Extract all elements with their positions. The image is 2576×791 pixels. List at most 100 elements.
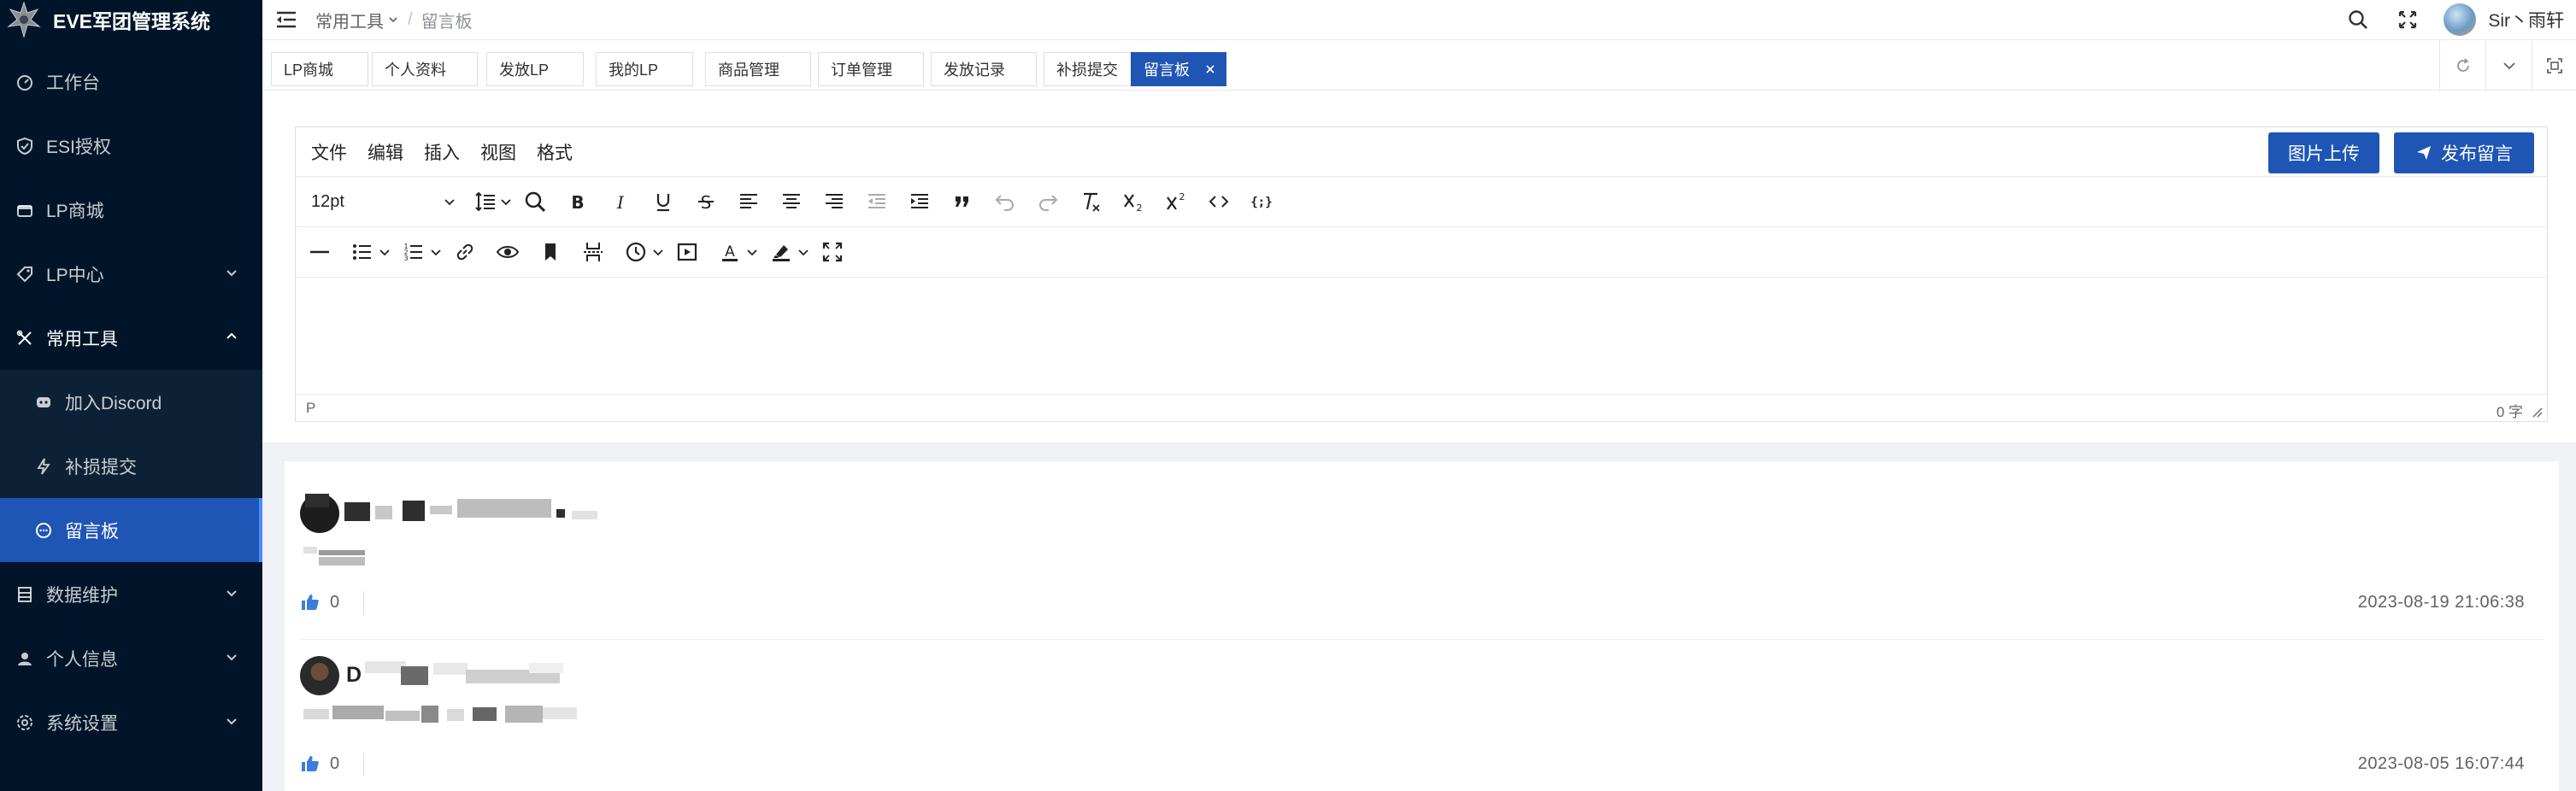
preview-eye-icon[interactable] <box>496 240 520 264</box>
menu-fold-icon[interactable] <box>274 8 298 32</box>
blockquote-icon[interactable] <box>950 190 974 214</box>
divider <box>363 753 364 776</box>
sidebar-item-message-board[interactable]: 留言板 <box>0 498 262 562</box>
editor-content-area[interactable] <box>296 278 2547 394</box>
redo-icon[interactable] <box>1036 190 1060 214</box>
tags-dropdown-button[interactable] <box>2485 40 2532 91</box>
chevron-down-icon[interactable] <box>443 195 456 208</box>
sidebar-item-esi[interactable]: ESI授权 <box>0 114 262 178</box>
chevron-down-icon <box>226 590 237 597</box>
find-replace-icon[interactable] <box>523 190 547 214</box>
search-icon[interactable] <box>2346 8 2370 32</box>
bold-icon[interactable]: B <box>566 190 590 214</box>
sidebar-item-discord[interactable]: 加入Discord <box>0 370 262 434</box>
underline-icon[interactable] <box>651 190 675 214</box>
numbered-list-icon[interactable]: 123 <box>402 240 426 264</box>
clock-icon[interactable] <box>624 240 648 264</box>
gear-icon <box>15 713 34 732</box>
menu-edit[interactable]: 编辑 <box>368 127 403 177</box>
media-icon[interactable] <box>675 240 699 264</box>
element-path[interactable]: P <box>306 400 315 417</box>
tag-my-lp[interactable]: 我的LP <box>596 52 693 86</box>
code-sample-icon[interactable]: {;} <box>1250 190 1273 214</box>
align-right-icon[interactable] <box>822 190 846 214</box>
italic-icon[interactable]: I <box>609 190 632 214</box>
sidebar-item-system-settings[interactable]: 系统设置 <box>0 690 262 754</box>
link-icon[interactable] <box>453 240 477 264</box>
tag-lp-shop[interactable]: LP商城 <box>271 52 368 86</box>
chevron-down-icon[interactable] <box>745 245 759 259</box>
horizontal-rule-icon[interactable] <box>308 240 332 264</box>
subscript-icon[interactable]: 2 <box>1121 190 1145 214</box>
chevron-down-icon <box>2500 56 2519 75</box>
line-height-icon[interactable] <box>473 190 497 214</box>
menu-label: 文件 <box>311 144 347 163</box>
fullscreen-icon[interactable] <box>2396 8 2420 32</box>
rich-text-editor: 文件 编辑 插入 视图 格式 图片上传 发布留言 12pt B I S <box>295 126 2548 422</box>
tag-icon <box>15 265 34 284</box>
font-size-value: 12pt <box>311 192 344 211</box>
word-count[interactable]: 0 字 <box>2497 400 2523 421</box>
sidebar-item-label: LP中心 <box>46 265 104 285</box>
chevron-down-icon[interactable] <box>499 195 513 208</box>
sidebar-item-personal-info[interactable]: 个人信息 <box>0 626 262 690</box>
tags-view-bar: LP商城 个人资料 发放LP 我的LP 商品管理 订单管理 发放记录 补损提交 … <box>262 39 2576 91</box>
refresh-button[interactable] <box>2439 40 2485 91</box>
bookmark-icon[interactable] <box>538 240 562 264</box>
user-name[interactable]: Sir丶雨轩 <box>2488 7 2564 32</box>
user-avatar[interactable] <box>2444 3 2477 36</box>
app-logo[interactable]: EVE军团管理系统 <box>0 0 262 39</box>
chevron-down-icon[interactable] <box>378 245 391 259</box>
fullscreen-icon[interactable] <box>820 240 844 264</box>
sidebar-item-label: 数据维护 <box>46 585 118 606</box>
tag-message-board[interactable]: 留言板 <box>1131 52 1226 86</box>
sidebar-item-label: 系统设置 <box>46 713 118 734</box>
tag-label: 留言板 <box>1144 62 1190 79</box>
tag-issue-records[interactable]: 发放记录 <box>931 52 1037 86</box>
chevron-down-icon[interactable] <box>797 245 810 259</box>
text-color-icon[interactable]: A <box>718 240 742 264</box>
highlight-color-icon[interactable] <box>769 240 793 264</box>
align-left-icon[interactable] <box>737 190 761 214</box>
chevron-down-icon[interactable] <box>429 245 443 259</box>
tag-order-management[interactable]: 订单管理 <box>818 52 924 86</box>
chevron-down-icon[interactable] <box>651 245 665 259</box>
menu-file[interactable]: 文件 <box>311 127 347 177</box>
indent-icon[interactable] <box>908 190 932 214</box>
tag-profile[interactable]: 个人资料 <box>372 52 478 86</box>
avatar[interactable] <box>300 656 339 695</box>
align-center-icon[interactable] <box>779 190 803 214</box>
thumbs-up-icon[interactable] <box>300 592 321 612</box>
content-fullscreen-button[interactable] <box>2532 40 2576 91</box>
image-upload-button[interactable]: 图片上传 <box>2268 132 2379 173</box>
thumbs-up-icon[interactable] <box>300 753 321 774</box>
send-icon <box>2415 144 2432 161</box>
strikethrough-icon[interactable]: S <box>694 190 718 214</box>
undo-icon[interactable] <box>993 190 1017 214</box>
superscript-icon[interactable]: 2 <box>1164 190 1188 214</box>
menu-view[interactable]: 视图 <box>480 127 516 177</box>
menu-format[interactable]: 格式 <box>537 127 573 177</box>
sidebar-item-loss-submit[interactable]: 补损提交 <box>0 434 262 498</box>
bullet-list-icon[interactable] <box>350 240 374 264</box>
clear-format-icon[interactable] <box>1079 190 1103 214</box>
tag-issue-lp[interactable]: 发放LP <box>486 52 584 86</box>
resize-handle-icon[interactable] <box>2530 405 2544 419</box>
tag-product-management[interactable]: 商品管理 <box>705 52 811 86</box>
sidebar-item-lp-center[interactable]: LP中心 <box>0 242 262 306</box>
editor-statusbar: P 0 字 <box>296 394 2547 421</box>
font-size-select[interactable]: 12pt <box>311 177 344 227</box>
code-icon[interactable] <box>1207 190 1231 214</box>
sidebar-item-data-maintenance[interactable]: 数据维护 <box>0 562 262 626</box>
breadcrumb-parent[interactable]: 常用工具 <box>315 8 384 32</box>
outdent-icon[interactable] <box>865 190 889 214</box>
page-break-icon[interactable] <box>581 240 605 264</box>
publish-message-button[interactable]: 发布留言 <box>2394 132 2534 173</box>
menu-insert[interactable]: 插入 <box>424 127 460 177</box>
close-icon[interactable] <box>1203 62 1217 76</box>
sidebar-item-tools[interactable]: 常用工具 <box>0 306 262 370</box>
chevron-down-icon <box>387 14 399 26</box>
sidebar-item-lp-shop[interactable]: LP商城 <box>0 178 262 242</box>
editor-menubar: 文件 编辑 插入 视图 格式 图片上传 发布留言 <box>296 127 2547 177</box>
sidebar-item-dashboard[interactable]: 工作台 <box>0 50 262 114</box>
